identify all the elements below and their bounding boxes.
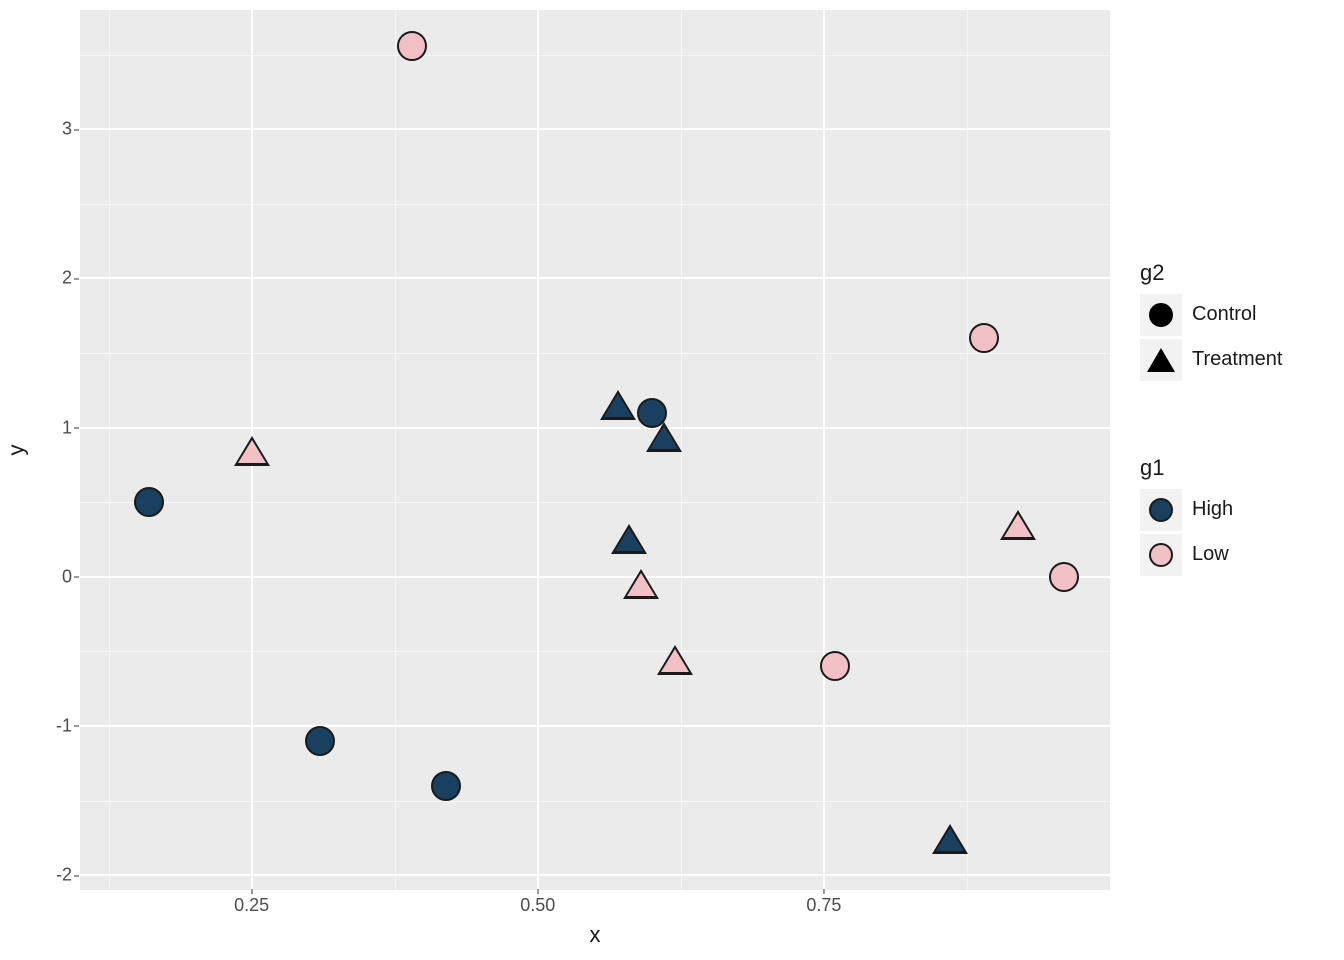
- y-tick-label: -2: [12, 865, 72, 886]
- data-point: [646, 422, 682, 452]
- gridline-h: [80, 576, 1110, 578]
- point-circle-icon: [134, 487, 164, 517]
- gridline-minor-v: [109, 10, 110, 890]
- gridline-minor-h: [80, 204, 1110, 205]
- y-tick-label: 3: [12, 119, 72, 140]
- legend-g1-label-high: High: [1192, 498, 1233, 521]
- gridline-h: [80, 427, 1110, 429]
- legend-g2-label-treatment: Treatment: [1192, 348, 1282, 371]
- circle-icon: [1149, 303, 1173, 327]
- x-tick-label: 0.25: [234, 895, 269, 916]
- gridline-v: [823, 10, 825, 890]
- gridline-minor-v: [967, 10, 968, 890]
- data-point: [600, 390, 636, 420]
- point-triangle-icon: [646, 422, 682, 452]
- point-circle-icon: [820, 651, 850, 681]
- point-triangle-icon: [657, 645, 693, 675]
- x-tick-label: 0.50: [520, 895, 555, 916]
- gridline-h: [80, 874, 1110, 876]
- data-point: [623, 569, 659, 599]
- point-triangle-icon: [932, 824, 968, 854]
- legend-g2: g2 Control Treatment: [1140, 260, 1282, 382]
- point-circle-icon: [969, 323, 999, 353]
- high-color-swatch-icon: [1149, 498, 1173, 522]
- data-point: [431, 771, 461, 801]
- x-axis-title: x: [80, 922, 1110, 948]
- point-triangle-icon: [611, 524, 647, 554]
- y-tick-label: 1: [12, 417, 72, 438]
- y-tick-label: 2: [12, 268, 72, 289]
- legend-g1-title: g1: [1140, 455, 1233, 481]
- low-color-swatch-icon: [1149, 543, 1173, 567]
- triangle-icon: [1147, 348, 1175, 372]
- point-triangle-icon: [234, 436, 270, 466]
- legend-key-low: [1140, 534, 1182, 576]
- gridline-minor-h: [80, 651, 1110, 652]
- y-tick-label: -1: [12, 715, 72, 736]
- legend-g1-label-low: Low: [1192, 543, 1229, 566]
- data-point: [397, 31, 427, 61]
- legend-g2-title: g2: [1140, 260, 1282, 286]
- point-triangle-icon: [623, 569, 659, 599]
- legend-key-high: [1140, 489, 1182, 531]
- gridline-h: [80, 725, 1110, 727]
- gridline-minor-h: [80, 353, 1110, 354]
- point-circle-icon: [397, 31, 427, 61]
- point-circle-icon: [305, 726, 335, 756]
- gridline-h: [80, 128, 1110, 130]
- data-point: [1049, 562, 1079, 592]
- data-point: [234, 436, 270, 466]
- gridline-v: [537, 10, 539, 890]
- data-point: [611, 524, 647, 554]
- point-triangle-icon: [600, 390, 636, 420]
- legend-key-control: [1140, 294, 1182, 336]
- legend-g1: g1 High Low: [1140, 455, 1233, 577]
- data-point: [305, 726, 335, 756]
- data-point: [969, 323, 999, 353]
- plot-panel: [80, 10, 1110, 890]
- gridline-minor-h: [80, 55, 1110, 56]
- data-point: [932, 824, 968, 854]
- point-triangle-icon: [1000, 510, 1036, 540]
- gridline-minor-h: [80, 502, 1110, 503]
- x-axis-label-text: x: [590, 922, 601, 947]
- data-point: [820, 651, 850, 681]
- legend-key-treatment: [1140, 339, 1182, 381]
- gridline-h: [80, 277, 1110, 279]
- gridline-minor-v: [395, 10, 396, 890]
- point-circle-icon: [1049, 562, 1079, 592]
- legend-g2-item-control: Control: [1140, 292, 1282, 337]
- y-axis-label-text: y: [3, 445, 29, 456]
- y-axis-title: y: [5, 10, 27, 890]
- gridline-minor-h: [80, 801, 1110, 802]
- data-point: [1000, 510, 1036, 540]
- data-point: [134, 487, 164, 517]
- legend-g1-item-high: High: [1140, 487, 1233, 532]
- chart-container: x y 0.25 0.50 0.75 -2 -1 0 1 2 3 g2 Control Tre…: [0, 0, 1344, 960]
- point-circle-icon: [431, 771, 461, 801]
- legend-g2-label-control: Control: [1192, 303, 1256, 326]
- legend-g2-item-treatment: Treatment: [1140, 337, 1282, 382]
- data-point: [657, 645, 693, 675]
- x-tick-label: 0.75: [806, 895, 841, 916]
- y-tick-label: 0: [12, 566, 72, 587]
- legend-g1-item-low: Low: [1140, 532, 1233, 577]
